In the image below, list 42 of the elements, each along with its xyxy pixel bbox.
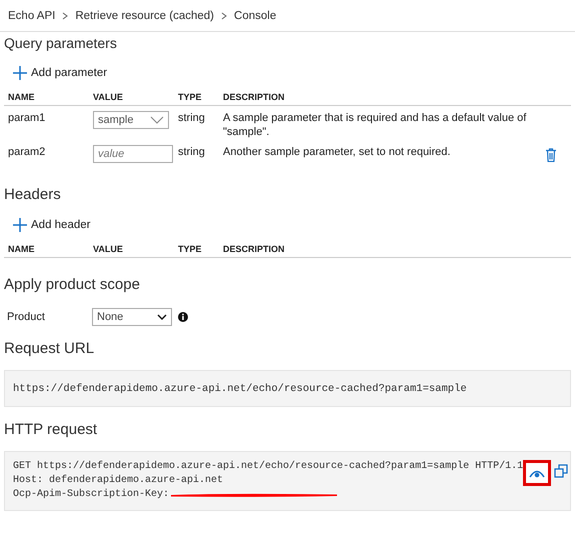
trash-icon[interactable] [545,148,557,162]
plus-icon [13,218,27,232]
request-url: https://defenderapidemo.azure-api.net/echo/resource-cached?param1=sample [13,383,467,395]
info-icon [178,312,188,322]
code-line: Host: defenderapidemo.azure-api.net [13,474,224,488]
plus-icon [13,66,27,80]
table-cell-text: string [178,111,206,125]
section-title: Apply product scope [4,276,141,294]
section-title: Headers [4,186,62,204]
value-dropdown[interactable]: sample [93,111,169,129]
reveal-button[interactable] [523,460,552,486]
table-cell-text: string [178,145,206,159]
table-cell: Another sample parameter, set to not required. [223,145,450,159]
code-line: Ocp-Apim-Subscription-Key: [13,488,170,502]
value-input[interactable]: value [93,145,173,163]
table-cell-text: param1 [8,111,46,125]
column-header: VALUE [93,244,124,254]
code-line: GET https://defenderapidemo.azure-api.net/echo/resource-cached?param1=sample HTTP/1.1 [13,460,524,474]
breadcrumb-item: Console [234,10,276,22]
column-header: TYPE [178,92,203,102]
chevron-down-icon [157,314,167,320]
column-header: DESCRIPTION [223,244,286,254]
chevron-icon [220,10,228,20]
table-cell-text: A sample parameter that is required and has a default value of "sample". [223,111,528,139]
table-cell-text: param2 [8,145,46,159]
add-button[interactable]: Add parameter [4,66,116,80]
section-title: HTTP request [4,421,98,439]
chevron-icon [61,10,70,20]
breadcrumb-item[interactable]: Echo API [8,10,56,22]
column-header: NAME [8,92,36,102]
column-header: DESCRIPTION [223,92,286,102]
add-button[interactable]: Add header [4,218,100,232]
product-dropdown[interactable]: None [92,308,172,326]
column-header: NAME [8,244,36,254]
section-title: Request URL [4,340,96,358]
field-label: Product [7,311,46,323]
column-header: VALUE [93,92,124,102]
chevron-down-icon [150,116,164,124]
column-header: TYPE [178,244,203,254]
section-title: Query parameters [4,34,118,52]
breadcrumb-item[interactable]: Retrieve resource (cached) [75,10,214,22]
copy-icon[interactable] [554,464,568,478]
